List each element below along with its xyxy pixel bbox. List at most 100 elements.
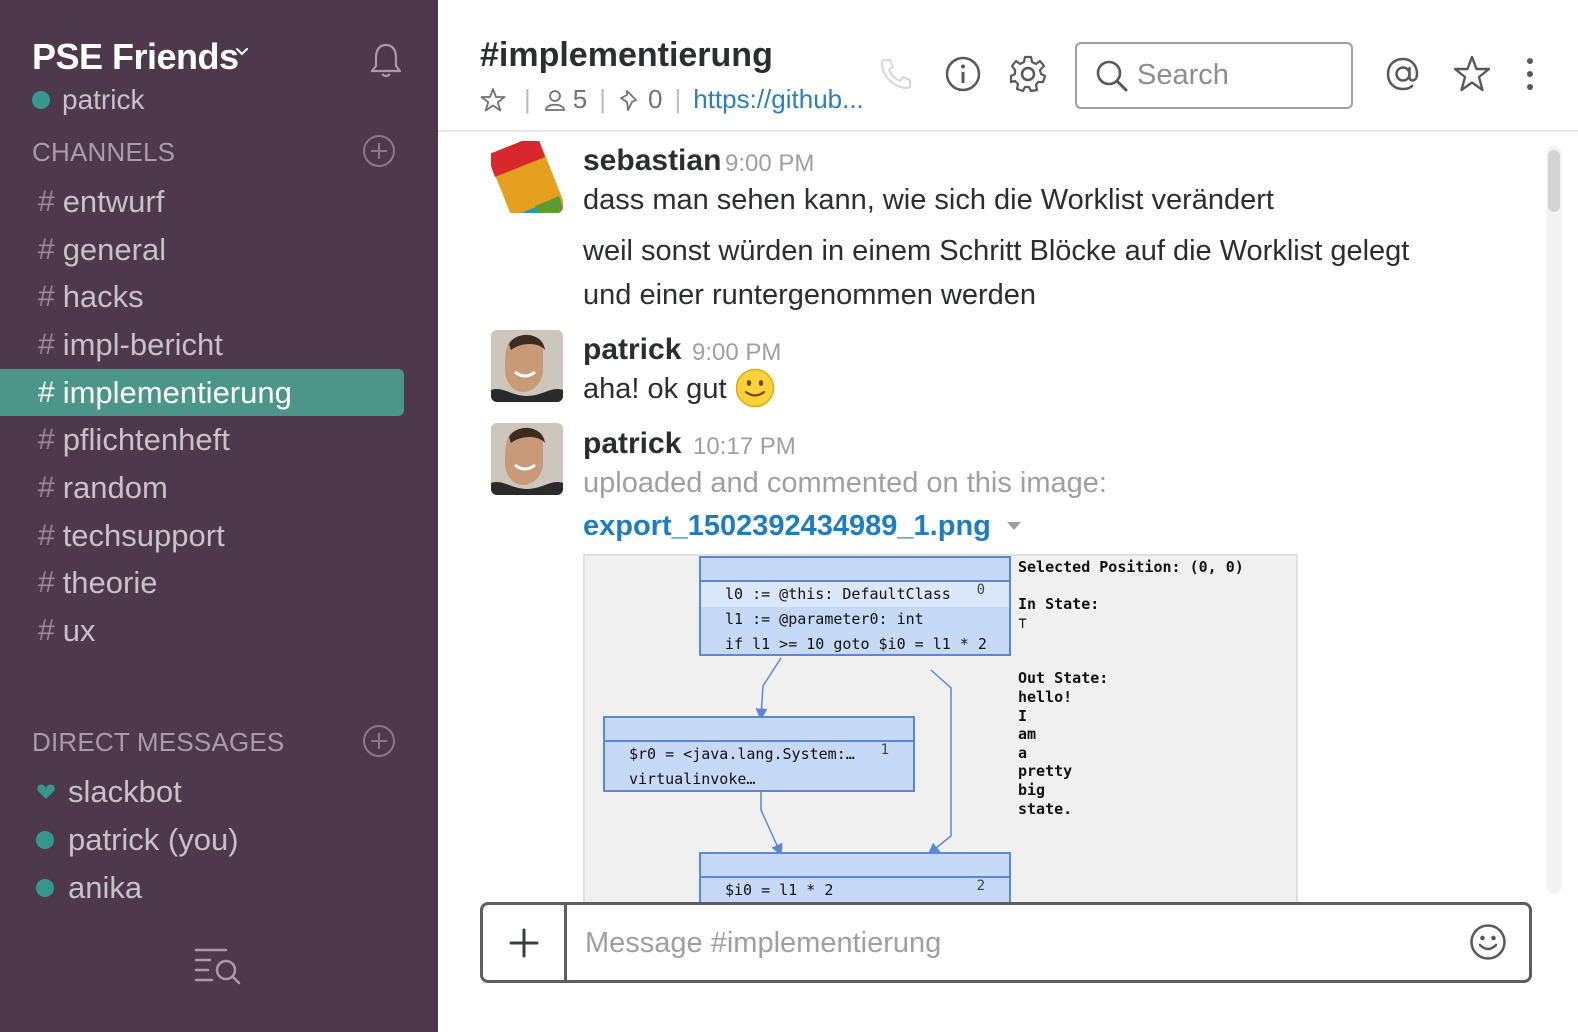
star-icon[interactable]	[1452, 54, 1492, 94]
hash-icon: #	[38, 566, 55, 600]
sidebar-item-implementierung[interactable]: # implementierung	[0, 368, 404, 417]
channels-header[interactable]: CHANNELS	[32, 137, 175, 168]
block-line: $i0 = l1 * 2	[725, 881, 834, 899]
block-line: if l1 >= 10 goto $i0 = l1 * 2	[725, 635, 987, 653]
hash-icon: #	[38, 470, 55, 504]
hash-icon: #	[38, 280, 55, 314]
presence-dot-icon	[32, 91, 50, 109]
add-dm-icon[interactable]	[362, 724, 396, 758]
sidebar-item-impl-bericht[interactable]: # impl-bericht	[0, 321, 438, 369]
current-user-name: patrick	[62, 84, 145, 115]
hash-icon: #	[38, 232, 55, 266]
message-timestamp[interactable]: 9:00 PM	[692, 339, 781, 367]
out-state-line: pretty	[1018, 762, 1073, 781]
sidebar-item-anika[interactable]: anika	[0, 864, 438, 912]
direct-messages-header[interactable]: DIRECT MESSAGES	[32, 727, 284, 758]
sidebar-item-entwurf[interactable]: # entwurf	[0, 178, 438, 226]
info-icon[interactable]	[943, 54, 983, 94]
member-count[interactable]: 5	[573, 84, 587, 115]
plus-icon	[509, 928, 538, 957]
out-state-line: am	[1018, 725, 1037, 744]
more-options-icon[interactable]	[1510, 54, 1550, 94]
sidebar: PSE Friends patrick CHANNELS # entwurf # g…	[0, 0, 438, 1032]
channel-topic-link[interactable]: https://github...	[693, 84, 864, 115]
message-timestamp[interactable]: 9:00 PM	[725, 150, 814, 178]
block-number: 1	[880, 742, 889, 758]
channel-label: ux	[62, 613, 96, 649]
slightly-smiling-emoji-icon[interactable]	[735, 368, 775, 408]
member-icon	[544, 89, 565, 111]
out-state-line: I	[1018, 706, 1028, 725]
sidebar-item-theorie[interactable]: # theorie	[0, 560, 438, 608]
pin-icon	[620, 89, 637, 111]
out-state-line: hello!	[1018, 687, 1073, 706]
bell-icon[interactable]	[366, 40, 406, 80]
star-icon[interactable]	[480, 87, 506, 113]
channel-label: general	[62, 231, 167, 267]
gear-icon[interactable]	[1008, 54, 1048, 94]
channel-meta: | 5 | 0 | https://github...	[480, 84, 864, 115]
heart-icon	[37, 784, 55, 799]
mention-icon[interactable]	[1383, 54, 1423, 94]
avatar[interactable]	[491, 141, 563, 213]
message-text: aha! ok gut	[583, 373, 727, 405]
channel-list: # entwurf # general # hacks # impl-bericht #…	[0, 178, 438, 655]
sidebar-item-general[interactable]: # general	[0, 226, 438, 274]
message-author[interactable]: patrick	[583, 333, 681, 367]
message-author[interactable]: sebastian	[583, 144, 721, 178]
chevron-down-icon[interactable]	[234, 44, 250, 60]
avatar[interactable]	[491, 423, 563, 495]
message-timestamp[interactable]: 10:17 PM	[693, 433, 796, 461]
hash-icon: #	[38, 375, 55, 409]
attach-file-button[interactable]	[483, 905, 567, 980]
message-text: dass man sehen kann, wie sich die Workli…	[583, 184, 1274, 216]
file-name-link[interactable]: export_1502392434989_1.png	[583, 510, 991, 543]
sidebar-item-random[interactable]: # random	[0, 464, 438, 512]
divider: |	[674, 84, 682, 114]
message-input[interactable]	[585, 923, 1445, 963]
quick-switcher-icon[interactable]	[192, 944, 244, 988]
dm-list: slackbot patrick (you) anika	[0, 768, 438, 912]
channel-label: implementierung	[62, 374, 292, 410]
sidebar-item-techsupport[interactable]: # techsupport	[0, 512, 438, 560]
sidebar-item-slackbot[interactable]: slackbot	[0, 768, 438, 816]
message-author[interactable]: patrick	[583, 427, 681, 461]
hash-icon: #	[38, 614, 55, 648]
phone-icon[interactable]	[876, 54, 916, 94]
search-box[interactable]	[1075, 42, 1353, 109]
sidebar-item-hacks[interactable]: # hacks	[0, 273, 438, 321]
cfg-block-1[interactable]: 1 $r0 = <java.lang.System:… virtualinvok…	[603, 716, 915, 792]
divider: |	[599, 84, 606, 114]
channel-title[interactable]: #implementierung	[480, 36, 773, 75]
dm-label: anika	[68, 870, 143, 905]
avatar[interactable]	[491, 330, 563, 402]
channel-label: random	[62, 469, 168, 505]
message-scrollbar[interactable]	[1546, 146, 1562, 894]
pinned-count[interactable]: 0	[648, 84, 662, 115]
upload-subtext: uploaded and commented on this image:	[583, 467, 1107, 499]
out-state-line: a	[1018, 743, 1028, 762]
emoji-picker-icon[interactable]	[1469, 923, 1507, 961]
scrollbar-thumb[interactable]	[1548, 150, 1560, 212]
channel-header: #implementierung | 5 | 0 | https://githu…	[438, 0, 1578, 132]
current-user-status[interactable]: patrick	[32, 84, 144, 116]
sidebar-item-pflichtenheft[interactable]: # pflichtenheft	[0, 416, 438, 464]
search-icon	[1096, 60, 1128, 91]
dm-label: patrick (you)	[68, 822, 239, 857]
message-text: weil sonst würden in einem Schritt Blöck…	[583, 235, 1410, 267]
block-line: virtualinvoke…	[629, 770, 756, 788]
block-number: 2	[976, 878, 985, 894]
divider: |	[524, 84, 531, 114]
out-state-label: Out State:	[1018, 669, 1109, 688]
out-state-line: state.	[1018, 799, 1073, 818]
add-channel-icon[interactable]	[362, 134, 396, 168]
channel-label: impl-bericht	[62, 326, 223, 362]
avatar-image	[491, 330, 563, 402]
cfg-block-2[interactable]: 2 $i0 = l1 * 2	[699, 852, 1011, 902]
sidebar-item-ux[interactable]: # ux	[0, 607, 438, 655]
team-name[interactable]: PSE Friends	[32, 36, 239, 78]
caret-down-icon[interactable]	[1006, 520, 1022, 532]
cfg-block-0[interactable]: 0 l0 := @this: DefaultClass l1 := @param…	[699, 556, 1011, 656]
search-input[interactable]	[1137, 59, 1337, 92]
sidebar-item-patrick-you[interactable]: patrick (you)	[0, 816, 438, 864]
